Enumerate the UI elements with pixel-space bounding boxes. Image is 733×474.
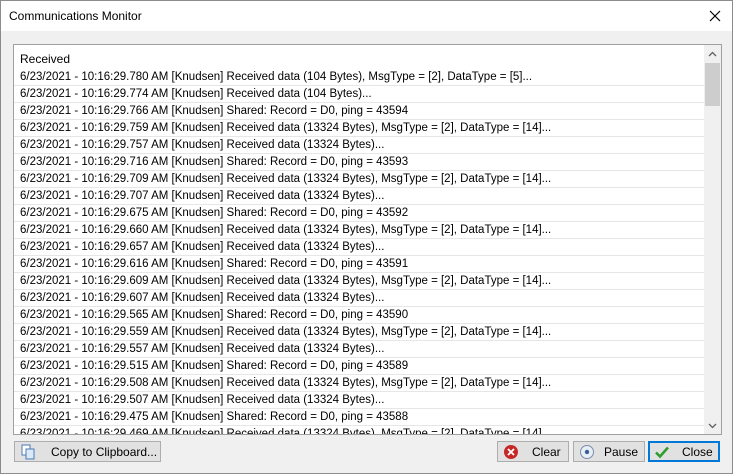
log-row[interactable]: 6/23/2021 - 10:16:29.507 AM [Knudsen] Re…	[14, 392, 704, 409]
checkmark-icon	[655, 446, 669, 459]
window-title: Communications Monitor	[9, 9, 142, 23]
pause-icon	[580, 445, 594, 459]
log-rows: 6/23/2021 - 10:16:29.780 AM [Knudsen] Re…	[14, 69, 704, 434]
log-row[interactable]: 6/23/2021 - 10:16:29.616 AM [Knudsen] Sh…	[14, 256, 704, 273]
scroll-down-button[interactable]	[704, 417, 721, 434]
log-row[interactable]: 6/23/2021 - 10:16:29.716 AM [Knudsen] Sh…	[14, 154, 704, 171]
list-header: Received	[20, 52, 71, 66]
chevron-down-icon	[708, 423, 717, 428]
log-row[interactable]: 6/23/2021 - 10:16:29.709 AM [Knudsen] Re…	[14, 171, 704, 188]
copy-icon	[21, 444, 35, 460]
log-row[interactable]: 6/23/2021 - 10:16:29.475 AM [Knudsen] Sh…	[14, 409, 704, 426]
chevron-up-icon	[708, 51, 717, 56]
log-row[interactable]: 6/23/2021 - 10:16:29.780 AM [Knudsen] Re…	[14, 69, 704, 86]
pause-button[interactable]: Pause	[573, 441, 645, 462]
window-close-button[interactable]	[698, 1, 732, 31]
pause-button-label: Pause	[604, 445, 639, 459]
close-button[interactable]: Close	[648, 441, 720, 462]
log-row[interactable]: 6/23/2021 - 10:16:29.559 AM [Knudsen] Re…	[14, 324, 704, 341]
log-row[interactable]: 6/23/2021 - 10:16:29.515 AM [Knudsen] Sh…	[14, 358, 704, 375]
copy-to-clipboard-button[interactable]: Copy to Clipboard...	[14, 441, 161, 462]
close-icon	[709, 10, 721, 22]
copy-button-label: Copy to Clipboard...	[51, 445, 158, 459]
received-log-list[interactable]: Received 6/23/2021 - 10:16:29.780 AM [Kn…	[13, 44, 722, 435]
scroll-thumb[interactable]	[705, 63, 720, 106]
log-row[interactable]: 6/23/2021 - 10:16:29.660 AM [Knudsen] Re…	[14, 222, 704, 239]
log-row[interactable]: 6/23/2021 - 10:16:29.557 AM [Knudsen] Re…	[14, 341, 704, 358]
log-row[interactable]: 6/23/2021 - 10:16:29.774 AM [Knudsen] Re…	[14, 86, 704, 103]
close-button-label: Close	[682, 445, 713, 459]
log-row[interactable]: 6/23/2021 - 10:16:29.675 AM [Knudsen] Sh…	[14, 205, 704, 222]
log-row[interactable]: 6/23/2021 - 10:16:29.657 AM [Knudsen] Re…	[14, 239, 704, 256]
log-row[interactable]: 6/23/2021 - 10:16:29.607 AM [Knudsen] Re…	[14, 290, 704, 307]
log-row[interactable]: 6/23/2021 - 10:16:29.565 AM [Knudsen] Sh…	[14, 307, 704, 324]
clear-button-label: Clear	[532, 445, 561, 459]
clear-button[interactable]: Clear	[497, 441, 569, 462]
log-row[interactable]: 6/23/2021 - 10:16:29.757 AM [Knudsen] Re…	[14, 137, 704, 154]
clear-icon	[504, 445, 518, 459]
title-bar: Communications Monitor	[1, 1, 732, 31]
log-row[interactable]: 6/23/2021 - 10:16:29.508 AM [Knudsen] Re…	[14, 375, 704, 392]
log-row[interactable]: 6/23/2021 - 10:16:29.707 AM [Knudsen] Re…	[14, 188, 704, 205]
log-row[interactable]: 6/23/2021 - 10:16:29.759 AM [Knudsen] Re…	[14, 120, 704, 137]
log-row[interactable]: 6/23/2021 - 10:16:29.469 AM [Knudsen] Re…	[14, 426, 704, 434]
log-row[interactable]: 6/23/2021 - 10:16:29.609 AM [Knudsen] Re…	[14, 273, 704, 290]
scroll-up-button[interactable]	[704, 45, 721, 62]
log-row[interactable]: 6/23/2021 - 10:16:29.766 AM [Knudsen] Sh…	[14, 103, 704, 120]
vertical-scrollbar[interactable]	[704, 45, 721, 434]
communications-monitor-window: Communications Monitor Received 6/23/202…	[0, 0, 733, 474]
